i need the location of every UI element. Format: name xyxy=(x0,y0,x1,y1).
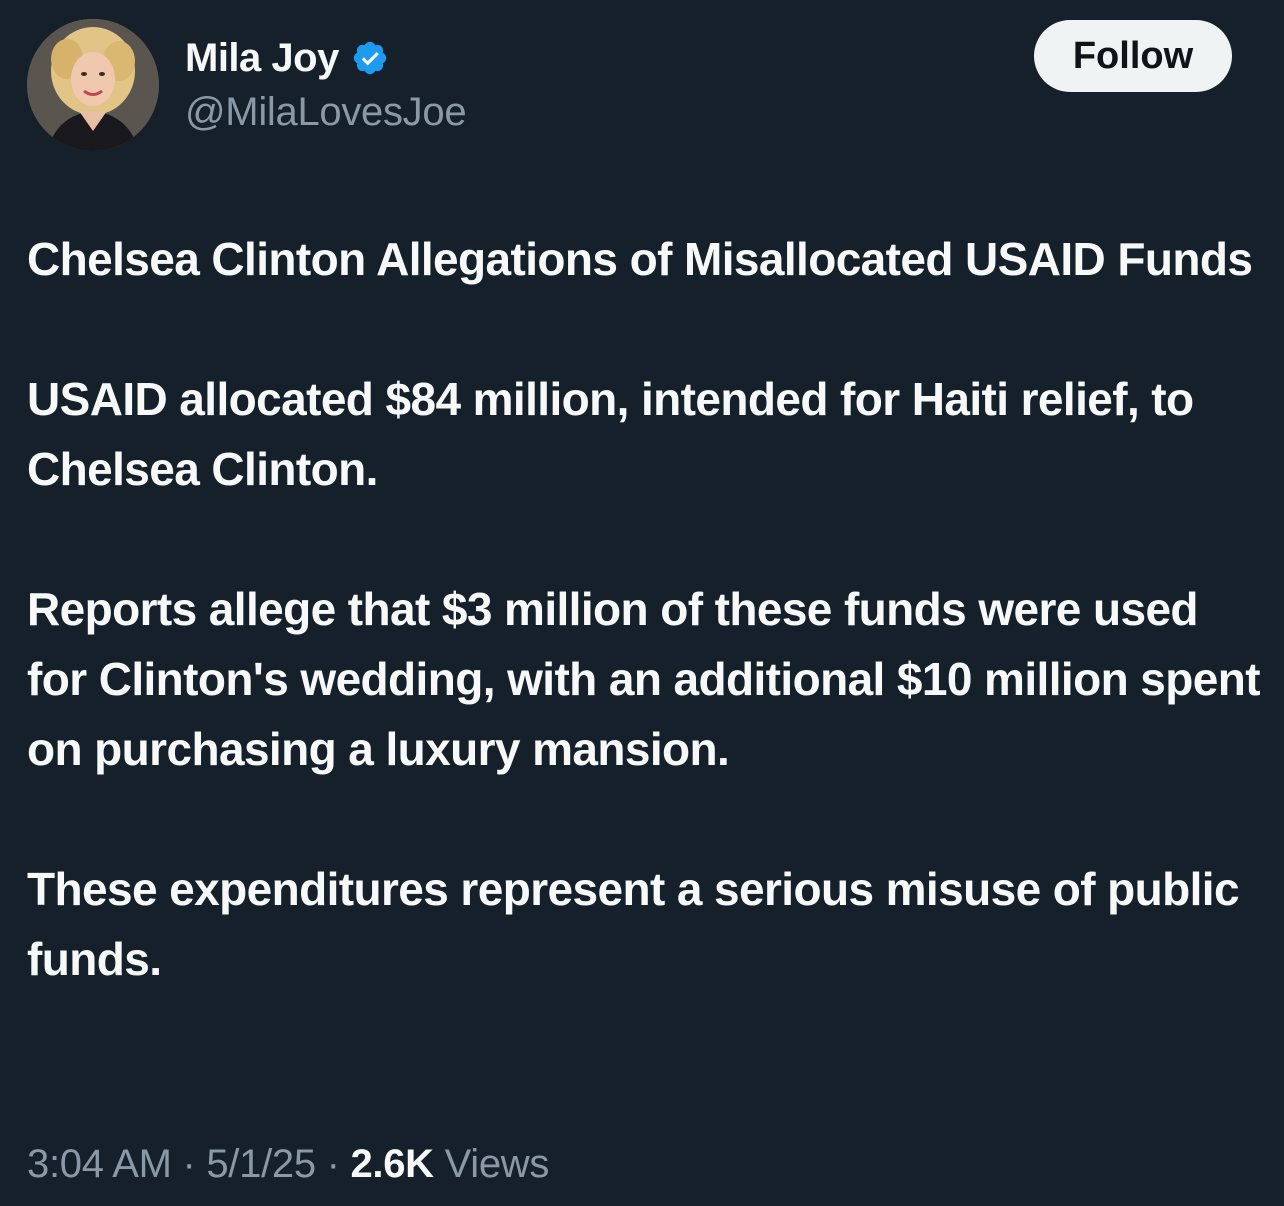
tweet-paragraph: Chelsea Clinton Allegations of Misalloca… xyxy=(27,233,1253,285)
meta-separator: · xyxy=(182,1142,196,1186)
tweet-time[interactable]: 3:04 AM xyxy=(27,1142,172,1186)
author-display-name[interactable]: Mila Joy xyxy=(185,34,339,82)
tweet-paragraph: USAID allocated $84 million, intended fo… xyxy=(27,373,1194,495)
tweet-date[interactable]: 5/1/25 xyxy=(206,1142,316,1186)
views-count[interactable]: 2.6K xyxy=(350,1142,434,1186)
tweet-paragraph: These expenditures represent a serious m… xyxy=(27,863,1240,985)
tweet-paragraph: Reports allege that $3 million of these … xyxy=(27,583,1261,775)
follow-button[interactable]: Follow xyxy=(1034,20,1232,92)
author-handle[interactable]: @MilaLovesJoe xyxy=(185,88,467,136)
avatar-portrait xyxy=(27,19,159,151)
tweet-text: Chelsea Clinton Allegations of Misalloca… xyxy=(27,224,1267,994)
meta-separator: · xyxy=(326,1142,340,1186)
author-name-row: Mila Joy xyxy=(185,34,389,82)
tweet-metadata: 3:04 AM · 5/1/25 · 2.6K Views xyxy=(27,1138,549,1190)
verified-badge-icon[interactable] xyxy=(351,39,389,77)
avatar[interactable] xyxy=(27,19,159,151)
views-label: Views xyxy=(444,1142,550,1186)
